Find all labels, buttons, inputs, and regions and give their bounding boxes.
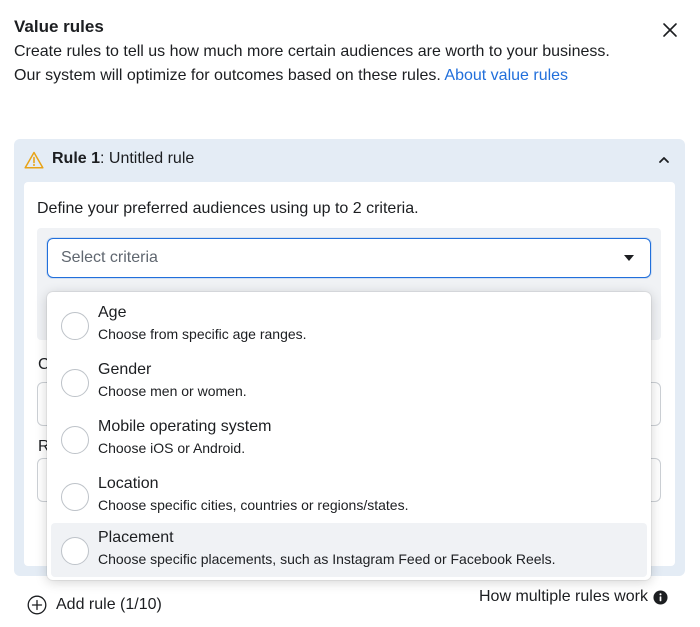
option-age[interactable]: Age Choose from specific age ranges.	[51, 298, 647, 352]
plus-circle-icon	[27, 595, 47, 615]
page-title: Value rules	[14, 17, 104, 36]
how-multiple-rules-work-link[interactable]: How multiple rules work	[479, 588, 668, 606]
option-description: Choose iOS or Android.	[98, 440, 246, 456]
option-title: Gender	[98, 361, 152, 378]
rule-header[interactable]: Rule 1: Untitled rule	[14, 139, 685, 181]
info-icon[interactable]	[653, 589, 668, 605]
option-title: Age	[98, 304, 127, 321]
how-rules-label: How multiple rules work	[479, 588, 648, 605]
warning-icon	[24, 151, 44, 169]
option-location[interactable]: Location Choose specific cities, countri…	[51, 469, 647, 523]
radio-button[interactable]	[61, 312, 89, 340]
option-gender[interactable]: Gender Choose men or women.	[51, 355, 647, 409]
add-rule-button[interactable]: Add rule (1/10)	[27, 595, 162, 615]
option-title: Mobile operating system	[98, 418, 272, 435]
add-rule-label: Add rule (1/10)	[56, 596, 162, 613]
select-placeholder: Select criteria	[61, 249, 158, 266]
option-description: Choose from specific age ranges.	[98, 326, 307, 342]
about-value-rules-link[interactable]: About value rules	[444, 67, 568, 84]
option-description: Choose specific cities, countries or reg…	[98, 497, 409, 513]
criteria-menu: Age Choose from specific age ranges. Gen…	[47, 292, 651, 580]
option-placement[interactable]: Placement Choose specific placements, su…	[51, 523, 647, 577]
rule-name: : Untitled rule	[100, 150, 195, 167]
option-title: Location	[98, 475, 159, 492]
option-description: Choose men or women.	[98, 383, 247, 399]
close-icon	[663, 23, 677, 37]
option-description: Choose specific placements, such as Inst…	[98, 551, 556, 567]
radio-button[interactable]	[61, 537, 89, 565]
close-button[interactable]	[656, 16, 684, 44]
select-criteria-dropdown[interactable]: Select criteria	[47, 238, 651, 278]
page-description: Create rules to tell us how much more ce…	[14, 40, 614, 88]
caret-down-icon	[624, 255, 634, 261]
radio-button[interactable]	[61, 483, 89, 511]
radio-button[interactable]	[61, 426, 89, 454]
radio-button[interactable]	[61, 369, 89, 397]
option-mobile-os[interactable]: Mobile operating system Choose iOS or An…	[51, 412, 647, 466]
define-criteria-text: Define your preferred audiences using up…	[37, 200, 419, 217]
chevron-up-icon[interactable]	[656, 152, 672, 168]
rule-number: Rule 1	[52, 150, 101, 167]
option-title: Placement	[98, 529, 174, 546]
rule-title: Rule 1: Untitled rule	[52, 150, 194, 168]
